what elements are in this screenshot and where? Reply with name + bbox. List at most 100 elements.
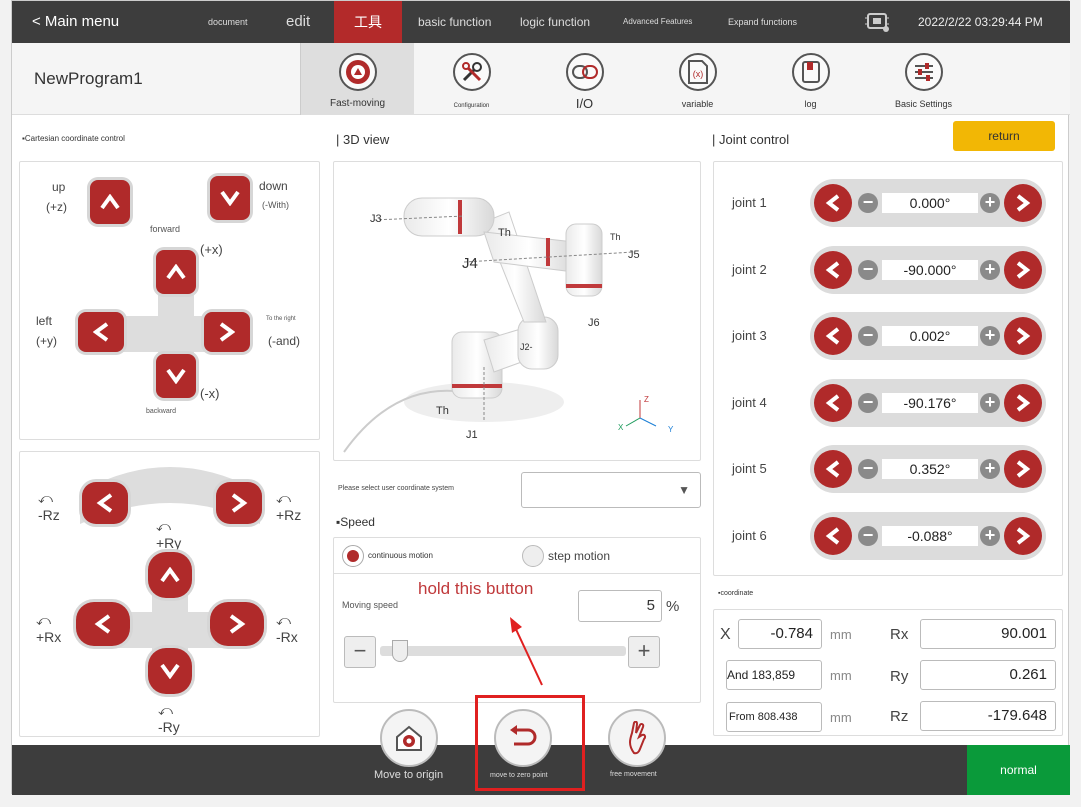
tool-fast-moving[interactable]: Fast-moving [301,43,414,115]
minus-icon: − [862,325,874,345]
joint-decrement-button[interactable]: − [858,391,878,413]
moving-speed-label: Moving speed [342,600,399,610]
speed-increase-button[interactable]: + [628,636,660,668]
ry-field[interactable]: 0.261 [920,660,1056,690]
joint-value[interactable]: -90.176° [882,392,978,413]
tab-logic-function[interactable]: logic function [520,1,590,43]
down-button[interactable] [210,176,250,220]
joint-decrement-button[interactable]: − [858,193,878,213]
joint-increment-button[interactable]: + [980,525,1000,546]
tab-advanced-features[interactable]: Advanced Features [623,1,692,43]
joint-increment-button[interactable]: + [980,392,1000,413]
speed-title: ▪Speed [336,515,375,529]
joint-left-button[interactable] [814,250,852,289]
joint-value[interactable]: 0.352° [882,459,978,479]
move-origin-button[interactable] [380,709,438,767]
joint-increment-button[interactable]: + [980,259,1000,280]
z-field[interactable]: From 808.438 [726,702,822,732]
axis-triad: Z X Y [618,395,674,434]
backward-label: backward [146,408,176,415]
joint-label: joint 2 [732,261,767,277]
chevron-up-icon [100,194,120,210]
tab-basic-function[interactable]: basic function [418,1,491,43]
tool-log[interactable]: log [754,43,867,115]
datetime: 2022/2/22 03:29:44 PM [918,15,1043,29]
speed-input[interactable]: 5 [578,590,662,622]
joint-increment-button[interactable]: + [980,193,1000,213]
joint-value[interactable]: -0.088° [882,525,978,546]
joint-row: −0.000° + [810,179,1046,227]
rz-plus-label: ⤺ +Rz [276,490,302,523]
joint-decrement-button[interactable]: − [858,459,878,479]
joint-right-button[interactable] [1004,450,1042,488]
joint-increment-button[interactable]: + [980,459,1000,479]
ucs-label: Please select user coordinate system [338,485,454,492]
joint-decrement-button[interactable]: − [858,525,878,546]
log-icon [791,53,830,91]
rz-field[interactable]: -179.648 [920,701,1056,731]
minus-icon: − [862,391,874,412]
joint-right-button[interactable] [1004,383,1042,422]
rz-minus-button[interactable] [82,482,128,524]
joint-decrement-button[interactable]: − [858,326,878,346]
main-menu-button[interactable]: < Main menu [32,1,119,43]
free-move-label: free movement [610,771,657,778]
joint-decrement-button[interactable]: − [858,259,878,280]
slider-thumb[interactable] [391,640,408,662]
backward-button[interactable] [156,354,196,398]
forward-label: forward [150,224,181,234]
joint-left-button[interactable] [814,516,852,555]
speed-decrease-button[interactable]: − [344,636,376,668]
forward-button[interactable] [156,250,196,294]
tool-configuration[interactable]: Configuration [415,43,528,115]
joint-right-button[interactable] [1004,317,1042,355]
j5-label: J5 [628,249,640,261]
y-field[interactable]: And 183,859 [726,660,822,690]
tab-expand-functions[interactable]: Expand functions [728,1,797,43]
joint-row: − -90.176° + [810,378,1046,427]
joint-value[interactable]: 0.000° [882,193,978,213]
tool-variable[interactable]: (x) variable [641,43,754,115]
tab-document[interactable]: document [208,1,248,43]
joint-value[interactable]: 0.002° [882,326,978,346]
left-button[interactable] [78,312,124,352]
joint-left-button[interactable] [814,184,852,222]
joint-label: joint 4 [732,394,767,410]
joint-right-button[interactable] [1004,250,1042,289]
rz-plus-button[interactable] [216,482,262,524]
program-name: NewProgram1 [34,69,143,88]
joint-right-button[interactable] [1004,184,1042,222]
joint-left-button[interactable] [814,317,852,355]
joint-value[interactable]: -90.000° [882,259,978,280]
th-label: Th [610,232,621,242]
tool-io[interactable]: I/O [528,43,641,115]
joint-panel: joint 1−0.000° + joint 2− -90.000° + joint 3−… [713,161,1063,576]
up-button[interactable] [90,180,130,224]
tool-basic-settings[interactable]: Basic Settings [867,43,980,115]
joint-increment-button[interactable]: + [980,326,1000,346]
joint-left-button[interactable] [814,450,852,488]
joint-right-button[interactable] [1004,516,1042,555]
joint-left-button[interactable] [814,383,852,422]
speed-unit: % [666,598,680,615]
tab-edit[interactable]: edit [286,1,310,43]
ry-minus-button[interactable] [148,648,192,694]
rx-plus-button[interactable] [76,602,130,646]
view3d-panel[interactable]: J3 J4 Th Th J5 J6 J2- Th J1 Z X Y [333,161,701,461]
right-button[interactable] [204,312,250,352]
chevron-right-icon [229,614,246,634]
rx-minus-button[interactable] [210,602,264,646]
ucs-select[interactable]: ▼ [521,472,701,508]
step-radio[interactable] [522,545,544,567]
free-movement-button[interactable] [608,709,666,767]
rx-field[interactable]: 90.001 [920,619,1056,649]
svg-text:Z: Z [644,395,649,404]
ry-plus-button[interactable] [148,552,192,598]
tab-tools[interactable]: 工具 [334,1,402,43]
return-button[interactable]: return [953,121,1055,151]
x-field[interactable]: -0.784 [738,619,822,649]
continuous-radio[interactable] [342,545,364,567]
program-toolbar: NewProgram1 Fast-moving Configuration I/… [12,43,1070,115]
unit-label: mm [830,668,852,683]
tool-label: variable [681,99,714,109]
